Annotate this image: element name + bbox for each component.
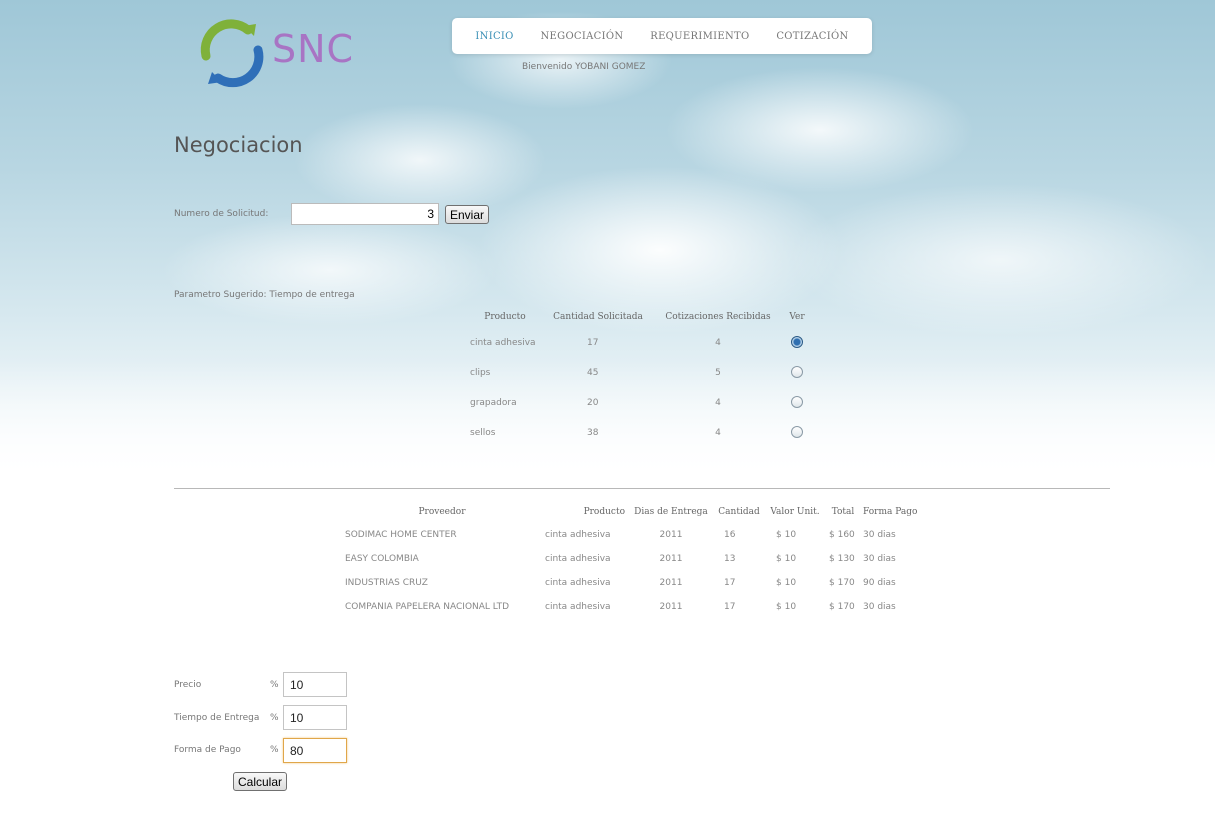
enviar-button[interactable]: Enviar: [445, 205, 490, 224]
forma-cell: 90 dias: [863, 578, 896, 588]
cotizaciones-cell: 5: [715, 368, 721, 378]
cantidad-cell: 16: [724, 530, 736, 540]
parametro-sugerido: Parametro Sugerido: Tiempo de entrega: [174, 290, 355, 300]
nav-inicio[interactable]: INICIO: [475, 31, 513, 42]
table-row: SODIMAC HOME CENTER cinta adhesiva 2011 …: [342, 523, 926, 547]
table-header-row: Producto Cantidad Solicitada Cotizacione…: [467, 306, 811, 328]
table-header-row: Proveedor Producto Dias de Entrega Canti…: [342, 501, 926, 523]
percent-label: %: [270, 745, 279, 755]
ver-radio[interactable]: [791, 425, 803, 438]
dias-cell: 2011: [659, 602, 683, 612]
valor-cell: $ 10: [776, 602, 797, 612]
table-row: EASY COLOMBIA cinta adhesiva 2011 13 $ 1…: [342, 547, 926, 571]
nav-negociacion[interactable]: NEGOCIACIÓN: [541, 31, 624, 42]
producto-cell: sellos: [470, 428, 496, 438]
ver-radio[interactable]: [791, 395, 803, 408]
col-producto: Producto: [583, 507, 625, 517]
precio-label: Precio: [174, 680, 202, 690]
producto-cell: cinta adhesiva: [545, 602, 611, 612]
valor-cell: $ 10: [776, 530, 797, 540]
producto-cell: cinta adhesiva: [545, 554, 611, 564]
col-valor-unit: Valor Unit.: [770, 507, 820, 517]
col-ver: Ver: [789, 312, 805, 322]
producto-cell: cinta adhesiva: [470, 338, 536, 348]
producto-cell: clips: [470, 368, 491, 378]
top-nav: INICIO NEGOCIACIÓN REQUERIMIENTO COTIZAC…: [452, 18, 872, 54]
cotizaciones-cell: 4: [715, 428, 721, 438]
forma-pago-label: Forma de Pago: [174, 745, 241, 755]
proveedor-cell: SODIMAC HOME CENTER: [345, 530, 457, 540]
page-title: Negociacion: [174, 133, 303, 157]
ver-cell: [783, 418, 811, 448]
forma-cell: 30 dias: [863, 602, 896, 612]
forma-cell: 30 dias: [863, 554, 896, 564]
table-row: clips 45 5: [467, 358, 811, 388]
tiempo-entrega-input[interactable]: [283, 705, 347, 730]
logo-cycle-icon: [200, 19, 264, 88]
ver-radio[interactable]: [791, 365, 803, 378]
col-forma-pago: Forma Pago: [863, 507, 918, 517]
welcome-text: Bienvenido YOBANI GOMEZ: [522, 62, 646, 72]
solicitud-label: Numero de Solicitud:: [174, 209, 269, 219]
snc-logo: SNC: [196, 18, 376, 88]
proveedor-cell: COMPANIA PAPELERA NACIONAL LTD: [345, 602, 509, 612]
ver-cell: [783, 388, 811, 418]
table-row: grapadora 20 4: [467, 388, 811, 418]
col-dias-entrega: Dias de Entrega: [634, 507, 708, 517]
col-proveedor: Proveedor: [418, 507, 466, 517]
total-cell: $ 160: [829, 530, 855, 540]
forma-pago-input[interactable]: [283, 738, 347, 763]
nav-cotizacion[interactable]: COTIZACIÓN: [776, 31, 848, 42]
percent-label: %: [270, 713, 279, 723]
forma-cell: 30 dias: [863, 530, 896, 540]
table-row: sellos 38 4: [467, 418, 811, 448]
cantidad-cell: 17: [724, 578, 736, 588]
table-row: cinta adhesiva 17 4: [467, 328, 811, 358]
producto-cell: cinta adhesiva: [545, 530, 611, 540]
dias-cell: 2011: [659, 554, 683, 564]
percent-label: %: [270, 680, 279, 690]
col-producto: Producto: [484, 312, 526, 322]
table-row: COMPANIA PAPELERA NACIONAL LTD cinta adh…: [342, 595, 926, 619]
cantidad-cell: 17: [587, 338, 599, 348]
cantidad-cell: 13: [724, 554, 736, 564]
productos-table: Producto Cantidad Solicitada Cotizacione…: [467, 306, 811, 448]
calcular-button[interactable]: Calcular: [233, 772, 288, 791]
logo-text: SNC: [272, 27, 355, 71]
precio-input[interactable]: [283, 672, 347, 697]
cotizaciones-cell: 4: [715, 398, 721, 408]
tiempo-entrega-label: Tiempo de Entrega: [174, 713, 260, 723]
col-total: Total: [831, 507, 855, 517]
total-cell: $ 130: [829, 554, 855, 564]
dias-cell: 2011: [659, 530, 683, 540]
valor-cell: $ 10: [776, 578, 797, 588]
table-row: INDUSTRIAS CRUZ cinta adhesiva 2011 17 $…: [342, 571, 926, 595]
solicitud-input[interactable]: [291, 203, 439, 225]
ver-radio[interactable]: [791, 335, 803, 348]
col-cotizaciones-recibidas: Cotizaciones Recibidas: [665, 312, 771, 322]
cantidad-cell: 20: [587, 398, 599, 408]
cantidad-cell: 38: [587, 428, 599, 438]
ver-cell: [783, 328, 811, 358]
nav-requerimiento[interactable]: REQUERIMIENTO: [650, 31, 749, 42]
ver-cell: [783, 358, 811, 388]
section-divider: [174, 488, 1110, 489]
proveedor-cell: EASY COLOMBIA: [345, 554, 419, 564]
valor-cell: $ 10: [776, 554, 797, 564]
cantidad-cell: 17: [724, 602, 736, 612]
producto-cell: cinta adhesiva: [545, 578, 611, 588]
col-cantidad: Cantidad: [718, 507, 760, 517]
cantidad-cell: 45: [587, 368, 599, 378]
cotizaciones-table: Proveedor Producto Dias de Entrega Canti…: [342, 501, 926, 619]
total-cell: $ 170: [829, 578, 855, 588]
cotizaciones-cell: 4: [715, 338, 721, 348]
total-cell: $ 170: [829, 602, 855, 612]
producto-cell: grapadora: [470, 398, 517, 408]
col-cantidad-solicitada: Cantidad Solicitada: [553, 312, 643, 322]
proveedor-cell: INDUSTRIAS CRUZ: [345, 578, 428, 588]
dias-cell: 2011: [659, 578, 683, 588]
